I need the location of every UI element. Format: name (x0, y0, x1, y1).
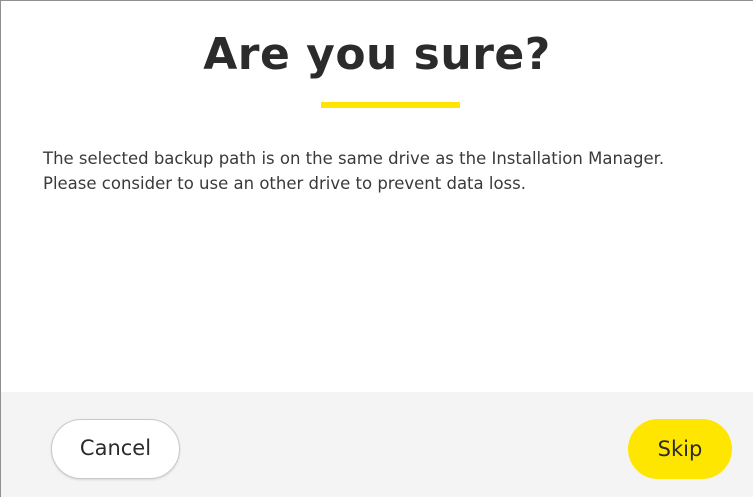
skip-button[interactable]: Skip (628, 419, 732, 479)
dialog-footer: Cancel Skip (1, 392, 753, 497)
message-line: Please consider to use an other drive to… (43, 174, 526, 193)
message-line: The selected backup path is on the same … (43, 149, 665, 168)
confirm-dialog: Are you sure? The selected backup path i… (0, 0, 753, 497)
title-underline-accent (321, 102, 460, 108)
dialog-message: The selected backup path is on the same … (43, 146, 733, 196)
cancel-button[interactable]: Cancel (51, 419, 180, 479)
dialog-title: Are you sure? (203, 29, 551, 80)
